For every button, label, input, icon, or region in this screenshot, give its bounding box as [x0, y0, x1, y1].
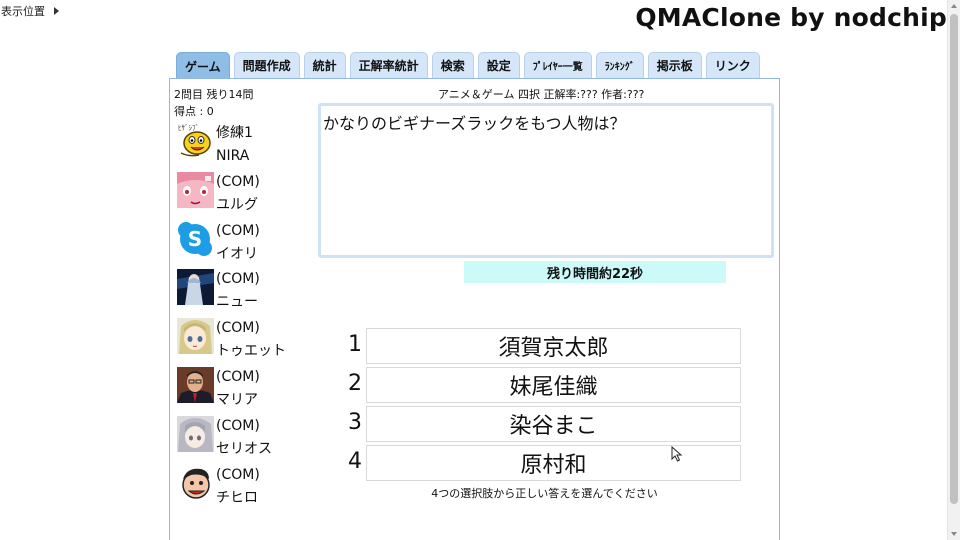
- player-name: (COM) マリア: [216, 368, 260, 408]
- tab-game[interactable]: ゲーム: [176, 52, 230, 79]
- scroll-up-icon[interactable]: [951, 4, 957, 8]
- cartoon-face-icon: [177, 464, 214, 501]
- choice-button-4[interactable]: 原村和: [366, 445, 741, 481]
- game-panel: 2問目 残り14問 得点 : 0 ﾋｻﾞｼﾌﾞ 修練1 NIRA (COM) ユ…: [169, 78, 780, 540]
- choice-button-2[interactable]: 妹尾佳織: [366, 367, 741, 403]
- choice-row: 1 須賀京太郎: [348, 327, 748, 366]
- tab-settings[interactable]: 設定: [477, 52, 520, 78]
- anime-girl-icon: [177, 318, 214, 355]
- scroll-thumb[interactable]: [950, 14, 958, 504]
- choice-number: 2: [348, 371, 362, 396]
- choice-button-1[interactable]: 須賀京太郎: [366, 328, 741, 364]
- player-name: (COM) イオリ: [216, 222, 260, 262]
- dark-scene-icon: [177, 269, 214, 306]
- svg-text:S: S: [188, 227, 202, 251]
- silver-hair-girl-icon: [177, 415, 214, 452]
- tab-create-question[interactable]: 問題作成: [233, 52, 300, 78]
- choice-row: 2 妹尾佳織: [348, 366, 748, 405]
- svg-text:ﾋｻﾞｼﾌﾞ: ﾋｻﾞｼﾌﾞ: [178, 124, 199, 132]
- player-name: (COM) チヒロ: [216, 466, 260, 506]
- player-entry: (COM) チヒロ: [176, 463, 306, 512]
- player-entry: (COM) マリア: [176, 365, 306, 414]
- skype-logo-icon: S: [177, 220, 214, 257]
- tab-search[interactable]: 検索: [431, 52, 474, 78]
- page-scrollbar[interactable]: [947, 0, 960, 540]
- main-tabs: ゲーム 問題作成 統計 正解率統計 検索 設定 ﾌﾟﾚｲﾔｰ一覧 ﾗﾝｷﾝｸﾞ …: [176, 52, 760, 79]
- tab-bulletin-board[interactable]: 掲示板: [647, 52, 702, 78]
- tab-links[interactable]: リンク: [705, 52, 760, 78]
- choice-row: 3 染谷まこ: [348, 405, 748, 444]
- time-remaining: 残り時間約22秒: [464, 261, 726, 283]
- player-list: ﾋｻﾞｼﾌﾞ 修練1 NIRA (COM) ユルグ S (COM) イオリ (C…: [176, 121, 306, 511]
- app-title: QMAClone by nodchip: [635, 3, 947, 32]
- player-name: (COM) トゥエット: [216, 320, 286, 360]
- man-photo-icon: [177, 366, 214, 403]
- player-entry: (COM) セリオス: [176, 414, 306, 463]
- tab-accuracy-statistics[interactable]: 正解率統計: [349, 52, 428, 78]
- choice-button-3[interactable]: 染谷まこ: [366, 406, 741, 442]
- display-position-label: 表示位置: [1, 5, 45, 18]
- question-text: かなりのビギナーズラックをもつ人物は？: [318, 103, 774, 258]
- player-name: (COM) ユルグ: [216, 173, 260, 213]
- player-name: 修練1 NIRA: [216, 125, 253, 164]
- question-progress: 2問目 残り14問: [174, 88, 254, 101]
- answer-choices: 1 須賀京太郎 2 妹尾佳織 3 染谷まこ 4 原村和: [348, 327, 748, 483]
- score: 得点 : 0: [174, 105, 214, 118]
- yellow-bird-icon: ﾋｻﾞｼﾌﾞ: [177, 123, 214, 159]
- choice-number: 4: [348, 449, 362, 474]
- tab-player-list[interactable]: ﾌﾟﾚｲﾔｰ一覧: [523, 52, 592, 78]
- tab-ranking[interactable]: ﾗﾝｷﾝｸﾞ: [595, 52, 644, 78]
- mouse-cursor-icon: [671, 446, 683, 462]
- triangle-right-icon: [54, 7, 59, 15]
- game-status: 2問目 残り14問 得点 : 0: [174, 86, 254, 120]
- choice-number: 3: [348, 410, 362, 435]
- tab-statistics[interactable]: 統計: [303, 52, 346, 78]
- player-entry: (COM) ユルグ: [176, 170, 306, 219]
- player-name: (COM) セリオス: [216, 417, 272, 457]
- scroll-down-icon[interactable]: [951, 532, 957, 536]
- player-entry: ﾋｻﾞｼﾌﾞ 修練1 NIRA: [176, 121, 306, 170]
- player-entry: (COM) ニュー: [176, 267, 306, 316]
- choice-row: 4 原村和: [348, 444, 748, 483]
- player-name: (COM) ニュー: [216, 271, 260, 311]
- display-position-toggle[interactable]: 表示位置: [1, 3, 59, 19]
- pink-character-icon: [177, 171, 214, 208]
- player-entry: S (COM) イオリ: [176, 219, 306, 268]
- question-meta: アニメ＆ゲーム 四択 正解率:??? 作者:???: [438, 88, 645, 101]
- player-entry: (COM) トゥエット: [176, 316, 306, 365]
- answer-instruction: 4つの選択肢から正しい答えを選んでください: [431, 487, 658, 500]
- choice-number: 1: [348, 332, 362, 357]
